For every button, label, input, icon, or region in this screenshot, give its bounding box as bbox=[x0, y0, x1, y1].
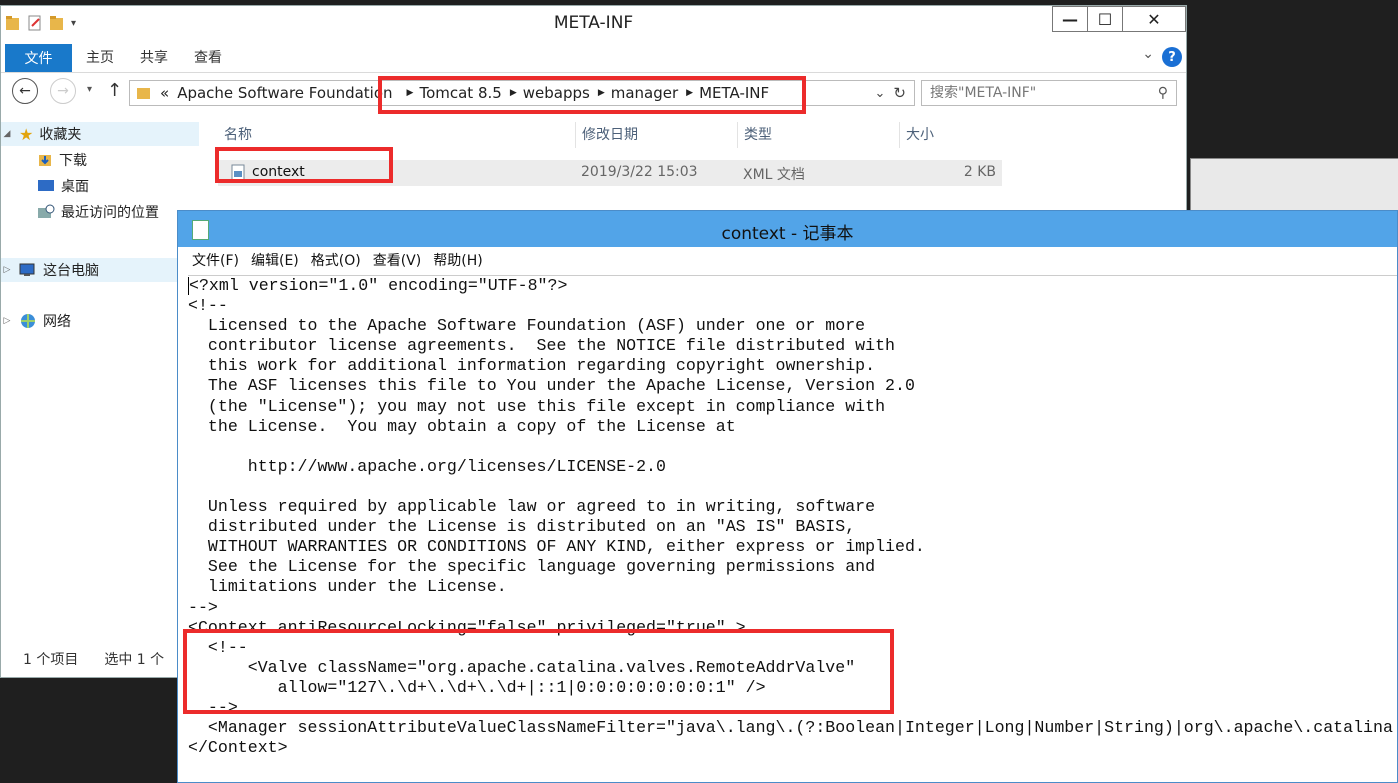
close-button[interactable]: ✕ bbox=[1122, 6, 1186, 32]
desktop-icon bbox=[38, 180, 54, 191]
network-icon bbox=[21, 314, 35, 328]
tab-share[interactable]: 共享 bbox=[140, 47, 168, 67]
nav-network[interactable]: ▷ 网络 bbox=[1, 309, 71, 333]
editor-line: </Context> bbox=[188, 738, 288, 758]
file-type: XML 文档 bbox=[743, 167, 805, 183]
nav-label: 网络 bbox=[43, 314, 71, 330]
editor-line: <!-- bbox=[188, 296, 228, 316]
expand-caret-icon[interactable]: ▷ bbox=[1, 265, 13, 275]
address-dropdown-icon[interactable]: ⌄ bbox=[875, 86, 886, 101]
editor-line: (the "License"); you may not use this fi… bbox=[188, 396, 886, 416]
status-item-count: 1 个项目 bbox=[23, 652, 79, 668]
folder-icon bbox=[137, 88, 150, 99]
window-title: META-INF bbox=[553, 13, 634, 33]
star-icon: ★ bbox=[19, 124, 34, 144]
column-name[interactable]: 名称 bbox=[218, 122, 576, 148]
back-button[interactable]: ← bbox=[12, 78, 38, 104]
editor-line: WITHOUT WARRANTIES OR CONDITIONS OF ANY … bbox=[188, 537, 925, 557]
editor-line: Unless required by applicable law or agr… bbox=[188, 497, 876, 517]
refresh-icon[interactable]: ↻ bbox=[893, 84, 906, 102]
editor-line: <Manager sessionAttributeValueClassNameF… bbox=[188, 718, 1393, 738]
expand-caret-icon[interactable]: ▷ bbox=[1, 316, 13, 326]
arrow-right-icon: → bbox=[57, 83, 69, 99]
nav-label: 桌面 bbox=[61, 179, 89, 195]
menu-file[interactable]: 文件(F) bbox=[192, 250, 239, 270]
collapse-caret-icon[interactable]: ◢ bbox=[1, 129, 13, 139]
editor-line: the License. You may obtain a copy of th… bbox=[188, 416, 736, 436]
menu-edit[interactable]: 编辑(E) bbox=[251, 250, 299, 270]
editor-line: distributed under the License is distrib… bbox=[188, 517, 856, 537]
tab-view[interactable]: 查看 bbox=[194, 47, 222, 67]
file-modified: 2019/3/22 15:03 bbox=[581, 164, 698, 180]
nav-recent[interactable]: 最近访问的位置 bbox=[37, 200, 159, 224]
notepad-titlebar: context - 记事本 bbox=[178, 211, 1397, 247]
notepad-menubar: 文件(F) 编辑(E) 格式(O) 查看(V) 帮助(H) bbox=[178, 247, 1397, 273]
editor-line: contributor license agreements. See the … bbox=[188, 336, 896, 356]
editor-line: this work for additional information reg… bbox=[188, 356, 876, 376]
editor-line: http://www.apache.org/licenses/LICENSE-2… bbox=[188, 456, 666, 476]
up-arrow-icon[interactable]: ↑ bbox=[107, 80, 122, 101]
ribbon: 文件 主页 共享 查看 ⌄ ? bbox=[1, 44, 1186, 73]
arrow-left-icon: ← bbox=[19, 83, 31, 99]
column-type[interactable]: 类型 bbox=[738, 122, 900, 148]
tab-file[interactable]: 文件 bbox=[5, 44, 72, 72]
menu-format[interactable]: 格式(O) bbox=[311, 250, 361, 270]
text-cursor bbox=[188, 276, 189, 295]
computer-icon bbox=[19, 263, 35, 276]
folder-download-icon bbox=[39, 155, 51, 166]
column-modified[interactable]: 修改日期 bbox=[576, 122, 738, 148]
status-bar: 1 个项目 选中 1 个 bbox=[23, 649, 164, 669]
highlight-file bbox=[215, 147, 393, 183]
forward-button[interactable]: → bbox=[50, 78, 76, 104]
nav-label: 下载 bbox=[59, 153, 87, 169]
breadcrumb-apache[interactable]: Apache Software Foundation bbox=[177, 84, 392, 102]
nav-this-pc[interactable]: ▷ 这台电脑 bbox=[1, 258, 199, 282]
search-placeholder: 搜索"META-INF" bbox=[930, 85, 1037, 101]
editor-line: See the License for the specific languag… bbox=[188, 557, 876, 577]
maximize-button[interactable]: ☐ bbox=[1087, 6, 1123, 32]
window-controls: — ☐ ✕ bbox=[1052, 6, 1186, 32]
column-size[interactable]: 大小 bbox=[900, 122, 1006, 148]
editor-line: <?xml version="1.0" encoding="UTF-8"?> bbox=[188, 276, 568, 295]
nav-label: 收藏夹 bbox=[39, 127, 82, 143]
editor-line: limitations under the License. bbox=[188, 577, 507, 597]
search-input[interactable]: 搜索"META-INF" ⚲ bbox=[921, 80, 1177, 106]
nav-favorites[interactable]: ◢ ★ 收藏夹 bbox=[1, 122, 199, 146]
search-icon[interactable]: ⚲ bbox=[1158, 81, 1168, 105]
editor-line: The ASF licenses this file to You under … bbox=[188, 376, 915, 396]
menu-help[interactable]: 帮助(H) bbox=[433, 250, 482, 270]
file-size: 2 KB bbox=[963, 164, 996, 180]
editor-line: --> bbox=[188, 597, 218, 617]
editor-line: Licensed to the Apache Software Foundati… bbox=[188, 316, 866, 336]
recent-locations-icon[interactable]: ▾ bbox=[87, 84, 92, 95]
nav-label: 这台电脑 bbox=[43, 263, 99, 279]
explorer-titlebar: ▾ META-INF — ☐ ✕ bbox=[1, 6, 1186, 42]
address-overflow[interactable]: « bbox=[160, 84, 169, 102]
recent-icon bbox=[38, 204, 55, 218]
minimize-button[interactable]: — bbox=[1052, 6, 1088, 32]
nav-desktop[interactable]: 桌面 bbox=[37, 174, 89, 198]
status-selected: 选中 1 个 bbox=[104, 652, 165, 668]
nav-downloads[interactable]: 下载 bbox=[37, 148, 87, 172]
tab-home[interactable]: 主页 bbox=[86, 47, 114, 67]
highlight-breadcrumb bbox=[378, 76, 806, 114]
nav-label: 最近访问的位置 bbox=[61, 205, 159, 221]
help-icon[interactable]: ? bbox=[1162, 47, 1182, 67]
menu-view[interactable]: 查看(V) bbox=[373, 250, 422, 270]
highlight-valve-comment bbox=[183, 629, 894, 714]
notepad-title: context - 记事本 bbox=[721, 224, 854, 244]
expand-ribbon-icon[interactable]: ⌄ bbox=[1142, 46, 1154, 62]
